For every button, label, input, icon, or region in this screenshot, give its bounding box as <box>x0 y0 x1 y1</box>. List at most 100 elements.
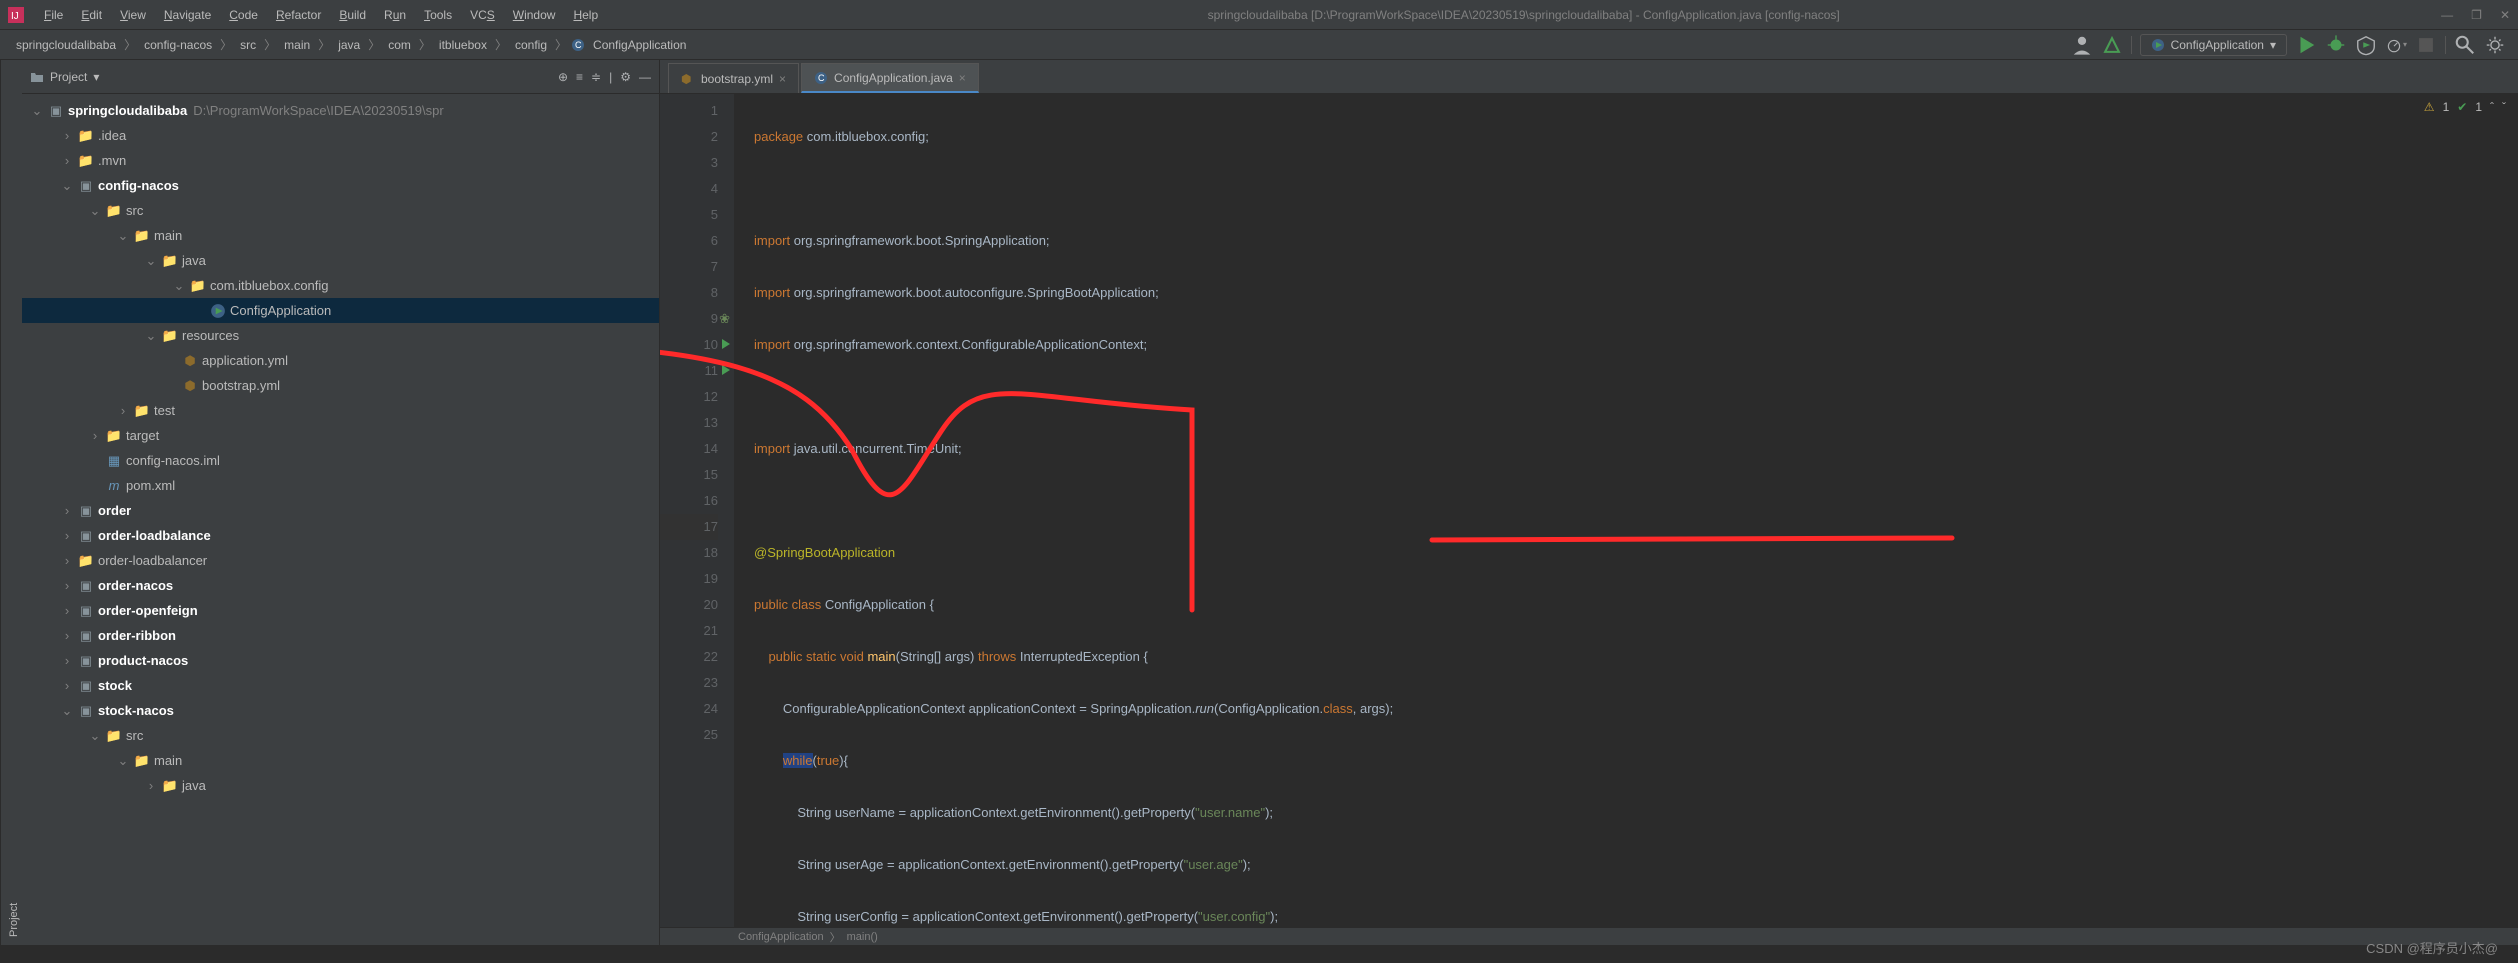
svg-text:C: C <box>818 73 825 83</box>
tree-item[interactable]: ▦config-nacos.iml <box>22 448 659 473</box>
bc-root[interactable]: springcloudalibaba <box>12 36 120 54</box>
tab-label: ConfigApplication.java <box>834 71 953 85</box>
run-button[interactable] <box>2295 34 2317 56</box>
run-config-label: ConfigApplication <box>2171 38 2264 52</box>
close-icon[interactable]: × <box>779 72 786 86</box>
tree-item[interactable]: ⌄📁main <box>22 223 659 248</box>
tree-item[interactable]: ›▣order-nacos <box>22 573 659 598</box>
tab-configapp[interactable]: C ConfigApplication.java × <box>801 63 979 93</box>
watermark: CSDN @程序员小杰@ <box>2366 938 2498 957</box>
close-icon[interactable]: ✕ <box>2500 8 2510 22</box>
bc-method-label[interactable]: main() <box>847 931 878 943</box>
title-bar: IJ File Edit View Navigate Code Refactor… <box>0 0 2518 30</box>
project-tree: ⌄▣springcloudalibabaD:\ProgramWorkSpace\… <box>22 94 659 945</box>
menu-file[interactable]: File <box>36 4 71 26</box>
collapse-icon[interactable]: ≑ <box>591 70 601 84</box>
chevron-down-icon[interactable]: ▾ <box>93 70 99 84</box>
class-icon: C <box>814 71 828 85</box>
tree-item[interactable]: ›▣order <box>22 498 659 523</box>
menu-help[interactable]: Help <box>565 4 606 26</box>
search-icon[interactable] <box>2454 34 2476 56</box>
tree-item[interactable]: ⌄📁java <box>22 248 659 273</box>
bc-config[interactable]: config <box>511 36 551 54</box>
menu-refactor[interactable]: Refactor <box>268 4 329 26</box>
spring-icon[interactable]: ❀ <box>719 306 730 332</box>
code-editor[interactable]: 12345678 9 ❀ 10 11 121314151617181920212… <box>660 94 2518 927</box>
tree-item[interactable]: ⬢application.yml <box>22 348 659 373</box>
coverage-button[interactable] <box>2355 34 2377 56</box>
tree-item[interactable]: ›📁.idea <box>22 123 659 148</box>
bc-itbluebox[interactable]: itbluebox <box>435 36 491 54</box>
user-icon[interactable] <box>2071 34 2093 56</box>
profiler-button[interactable]: ▾ <box>2385 34 2407 56</box>
chevron-down-icon[interactable]: ˇ <box>2502 100 2506 114</box>
tree-item[interactable]: ⬢bootstrap.yml <box>22 373 659 398</box>
close-icon[interactable]: × <box>959 71 966 85</box>
tree-root[interactable]: ⌄▣springcloudalibabaD:\ProgramWorkSpace\… <box>22 98 659 123</box>
menu-vcs[interactable]: VCS <box>462 4 503 26</box>
bc-src[interactable]: src <box>236 36 260 54</box>
editor-area: ⬢ bootstrap.yml × C ConfigApplication.ja… <box>660 60 2518 945</box>
tree-item-configapp[interactable]: ConfigApplication <box>22 298 659 323</box>
menu-navigate[interactable]: Navigate <box>156 4 219 26</box>
run-config-select[interactable]: ConfigApplication ▾ <box>2140 34 2287 56</box>
project-tool-tab[interactable]: Project <box>0 60 22 945</box>
inspection-widget[interactable]: ⚠1 ✔1 ˆ ˇ <box>2424 100 2506 114</box>
tree-item[interactable]: ⌄📁resources <box>22 323 659 348</box>
menu-build[interactable]: Build <box>331 4 374 26</box>
tree-item[interactable]: ⌄📁src <box>22 198 659 223</box>
tree-item[interactable]: ›📁target <box>22 423 659 448</box>
build-icon[interactable] <box>2101 34 2123 56</box>
settings-icon[interactable] <box>2484 34 2506 56</box>
tree-item[interactable]: ›📁java <box>22 773 659 798</box>
menu-tools[interactable]: Tools <box>416 4 460 26</box>
debug-button[interactable] <box>2325 34 2347 56</box>
nav-bar: springcloudalibaba〉 config-nacos〉 src〉 m… <box>0 30 2518 60</box>
bc-com[interactable]: com <box>384 36 415 54</box>
structure-breadcrumb: ConfigApplication 〉 main() <box>660 927 2518 945</box>
tree-item[interactable]: ›📁.mvn <box>22 148 659 173</box>
run-gutter-icon[interactable] <box>722 358 730 384</box>
locate-icon[interactable]: ⊕ <box>558 70 568 84</box>
menu-window[interactable]: Window <box>505 4 564 26</box>
class-icon: C <box>571 38 585 52</box>
minimize-icon[interactable]: — <box>2441 8 2453 22</box>
tree-item[interactable]: ›▣order-loadbalance <box>22 523 659 548</box>
tab-label: bootstrap.yml <box>701 72 773 86</box>
gear-icon[interactable]: ⚙ <box>620 70 631 84</box>
tree-item[interactable]: ›▣product-nacos <box>22 648 659 673</box>
bc-class[interactable]: ConfigApplication <box>589 36 690 54</box>
tree-item[interactable]: ›📁test <box>22 398 659 423</box>
bc-java[interactable]: java <box>334 36 364 54</box>
menu-edit[interactable]: Edit <box>73 4 110 26</box>
menu-view[interactable]: View <box>112 4 154 26</box>
check-icon: ✔ <box>2457 100 2467 114</box>
menu-code[interactable]: Code <box>221 4 266 26</box>
tree-item[interactable]: ›📁order-loadbalancer <box>22 548 659 573</box>
stop-button[interactable] <box>2415 34 2437 56</box>
tree-item[interactable]: ⌄▣config-nacos <box>22 173 659 198</box>
chevron-up-icon[interactable]: ˆ <box>2490 100 2494 114</box>
code-body[interactable]: package com.itbluebox.config; import org… <box>734 94 2518 927</box>
run-gutter-icon[interactable] <box>722 332 730 358</box>
svg-text:IJ: IJ <box>11 11 19 22</box>
expand-icon[interactable]: ≡ <box>576 70 583 84</box>
menu-run[interactable]: Run <box>376 4 414 26</box>
tree-item[interactable]: ›▣order-openfeign <box>22 598 659 623</box>
tree-item[interactable]: ›▣order-ribbon <box>22 623 659 648</box>
maximize-icon[interactable]: ❐ <box>2471 8 2482 22</box>
hide-icon[interactable]: — <box>639 70 651 84</box>
tree-item[interactable]: ⌄📁src <box>22 723 659 748</box>
bc-class-label[interactable]: ConfigApplication <box>738 931 824 943</box>
bc-main[interactable]: main <box>280 36 314 54</box>
tree-item[interactable]: ⌄📁main <box>22 748 659 773</box>
tree-item[interactable]: ⌄📁com.itbluebox.config <box>22 273 659 298</box>
tree-item[interactable]: ⌄▣stock-nacos <box>22 698 659 723</box>
tab-bootstrap[interactable]: ⬢ bootstrap.yml × <box>668 63 799 93</box>
warning-icon: ⚠ <box>2424 100 2435 114</box>
gutter: 12345678 9 ❀ 10 11 121314151617181920212… <box>660 94 734 927</box>
bc-module[interactable]: config-nacos <box>140 36 216 54</box>
tree-item[interactable]: ›▣stock <box>22 673 659 698</box>
window-title: springcloudalibaba [D:\ProgramWorkSpace\… <box>606 8 2441 22</box>
tree-item[interactable]: mpom.xml <box>22 473 659 498</box>
